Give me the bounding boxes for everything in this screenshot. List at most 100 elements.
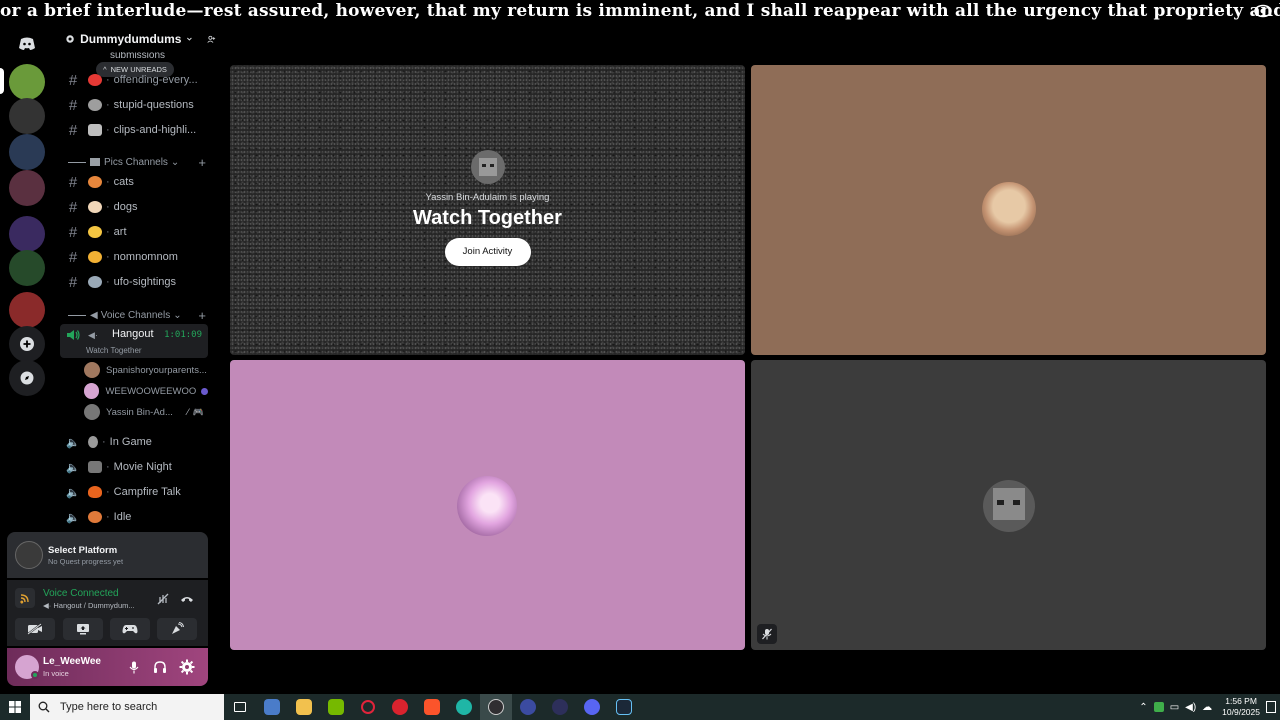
category-label: Pics Channels bbox=[104, 156, 168, 168]
channel-submissions-truncated[interactable]: submissions bbox=[60, 52, 210, 60]
settings-gear-icon[interactable] bbox=[179, 659, 195, 675]
server-icon-selected[interactable] bbox=[9, 64, 45, 100]
voice-user-weewooweewoo[interactable]: WEEWOOWEEWOO bbox=[84, 381, 208, 401]
app-icon bbox=[456, 699, 472, 715]
user-name[interactable]: Le_WeeWee bbox=[43, 656, 101, 667]
taskbar-app-equalizer[interactable] bbox=[512, 694, 544, 720]
taskbar-app-file-explorer[interactable] bbox=[288, 694, 320, 720]
channel-cats[interactable]: # · cats bbox=[60, 170, 210, 194]
server-folder-3[interactable] bbox=[9, 170, 45, 206]
avatar-pixel-eye bbox=[997, 500, 1004, 505]
channel-dogs[interactable]: # · dogs bbox=[60, 195, 210, 219]
taskbar-app-curseforge[interactable] bbox=[448, 694, 480, 720]
voice-user-yassin[interactable]: Yassin Bin-Ad... ⁄ 🎮 bbox=[84, 402, 208, 422]
activity-button[interactable] bbox=[110, 618, 150, 640]
screen-share-button[interactable] bbox=[63, 618, 103, 640]
taskbar-app-opera[interactable] bbox=[384, 694, 416, 720]
voice-timer: 1:01:09 bbox=[164, 330, 202, 340]
activity-tile[interactable]: Yassin Bin-Adulaim is playing Watch Toge… bbox=[230, 65, 745, 355]
taskbar-app-launcher[interactable] bbox=[544, 694, 576, 720]
signal-bars-icon[interactable] bbox=[15, 588, 35, 608]
server-folder-1[interactable] bbox=[9, 98, 45, 134]
discord-home-button[interactable] bbox=[9, 26, 45, 62]
voice-channel-movie-night[interactable]: 🔈 · Movie Night bbox=[60, 455, 210, 479]
video-tile-spanishoryourparents[interactable] bbox=[751, 65, 1266, 355]
taskbar-app-obs[interactable] bbox=[480, 694, 512, 720]
create-channel-plus-icon[interactable]: + bbox=[198, 308, 206, 323]
channel-nomnomnom[interactable]: # · nomnomnom bbox=[60, 245, 210, 269]
taskbar-app-control-panel[interactable] bbox=[256, 694, 288, 720]
voice-connected-status[interactable]: Voice Connected bbox=[43, 588, 119, 599]
category-pics-channels[interactable]: Pics Channels ⌄ + bbox=[68, 153, 214, 171]
avatar-pixel-eye bbox=[1013, 500, 1020, 505]
taskbar-app-nvidia[interactable] bbox=[320, 694, 352, 720]
speaker-icon: 🔈 bbox=[66, 436, 80, 449]
channel-ufo-sightings[interactable]: # · ufo-sightings bbox=[60, 270, 210, 294]
category-voice-channels[interactable]: ◀ Voice Channels ⌄ + bbox=[68, 306, 214, 324]
voice-channel-campfire-talk[interactable]: 🔈 · Campfire Talk bbox=[60, 480, 210, 504]
taskbar-app-discord[interactable] bbox=[576, 694, 608, 720]
selected-server-indicator bbox=[0, 68, 4, 94]
activity-playing-text: Yassin Bin-Adulaim is playing bbox=[425, 192, 550, 203]
video-tile-yassin[interactable] bbox=[751, 360, 1266, 650]
taskbar-app-steam[interactable] bbox=[608, 694, 640, 720]
user-panel: Le_WeeWee In voice bbox=[7, 648, 208, 686]
voice-user-spanishoryourparents[interactable]: Spanishoryourparents... bbox=[84, 360, 208, 380]
separator-dot: · bbox=[106, 511, 110, 523]
taskbar-clock[interactable]: 1:56 PM 10/9/2025 bbox=[1222, 696, 1260, 718]
channel-name: Movie Night bbox=[113, 461, 172, 473]
create-channel-plus-icon[interactable]: + bbox=[198, 155, 206, 170]
video-tile-weewooweewoo[interactable] bbox=[230, 360, 745, 650]
system-tray: ⌃ ▭ ◀) ☁ 1:56 PM 10/9/2025 bbox=[1139, 694, 1276, 720]
voice-channel-in-game[interactable]: 🔈 · In Game bbox=[60, 430, 210, 454]
onedrive-icon[interactable]: ☁ bbox=[1202, 702, 1212, 713]
taskbar-search[interactable]: Type here to search bbox=[30, 694, 224, 720]
start-button[interactable] bbox=[0, 694, 30, 720]
taskbar-app-opera-gx[interactable] bbox=[352, 694, 384, 720]
task-view-button[interactable] bbox=[224, 694, 256, 720]
chevron-down-icon bbox=[187, 37, 193, 41]
camera-off-button[interactable] bbox=[15, 618, 55, 640]
headphones-emoji-icon bbox=[88, 436, 98, 448]
guild-header[interactable]: Dummydumdums bbox=[54, 24, 216, 54]
banner-marquee-text: or a brief interlude—rest assured, howev… bbox=[0, 1, 1280, 21]
channel-art[interactable]: # · art bbox=[60, 220, 210, 244]
discover-button[interactable] bbox=[9, 360, 45, 396]
server-folder-4[interactable] bbox=[9, 216, 45, 252]
activity-title: Watch Together bbox=[413, 207, 562, 229]
quest-panel[interactable]: Select Platform No Quest progress yet bbox=[7, 532, 208, 578]
tray-app-icon[interactable] bbox=[1153, 702, 1164, 712]
soundboard-button[interactable] bbox=[157, 618, 197, 640]
disconnect-icon[interactable] bbox=[180, 593, 194, 605]
voice-location[interactable]: ◀· Hangout / Dummydum... bbox=[43, 601, 135, 610]
noise-suppression-icon[interactable] bbox=[156, 592, 170, 606]
notifications-icon[interactable] bbox=[1266, 701, 1276, 713]
network-icon[interactable]: ▭ bbox=[1170, 702, 1179, 713]
headphones-icon[interactable] bbox=[153, 660, 167, 674]
microphone-icon[interactable] bbox=[129, 661, 139, 674]
participant-avatar bbox=[982, 182, 1036, 236]
channel-name: art bbox=[113, 226, 127, 238]
server-folder-5[interactable] bbox=[9, 250, 45, 286]
volume-icon[interactable]: ◀) bbox=[1185, 702, 1196, 713]
server-folder-2[interactable] bbox=[9, 134, 45, 170]
eye-icon[interactable] bbox=[1254, 4, 1272, 18]
voice-channel-idle[interactable]: 🔈 · Idle bbox=[60, 505, 210, 529]
server-stack-up[interactable] bbox=[9, 292, 45, 328]
clock-time: 1:56 PM bbox=[1225, 696, 1257, 706]
deafened-icon: ⁄ bbox=[187, 407, 189, 417]
chevron-up-icon[interactable]: ⌃ bbox=[1139, 702, 1147, 713]
voice-channel-hangout[interactable]: ◀· Hangout 1:01:09 Watch Together bbox=[60, 324, 208, 358]
channel-clips-and-highlights[interactable]: # · clips-and-highli... bbox=[60, 118, 210, 142]
category-line bbox=[68, 314, 86, 316]
guild-name: Dummydumdums bbox=[80, 32, 182, 46]
question-emoji-icon bbox=[88, 99, 102, 111]
hash-icon: # bbox=[68, 273, 78, 291]
channel-offending-everyone[interactable]: # · offending-every... bbox=[60, 68, 210, 92]
join-activity-button[interactable]: Join Activity bbox=[444, 238, 531, 266]
invite-people-icon[interactable] bbox=[207, 33, 216, 46]
taskbar-app-brave[interactable] bbox=[416, 694, 448, 720]
folder-icon bbox=[296, 699, 312, 715]
channel-stupid-questions[interactable]: # · stupid-questions bbox=[60, 93, 210, 117]
add-server-button[interactable] bbox=[9, 326, 45, 362]
